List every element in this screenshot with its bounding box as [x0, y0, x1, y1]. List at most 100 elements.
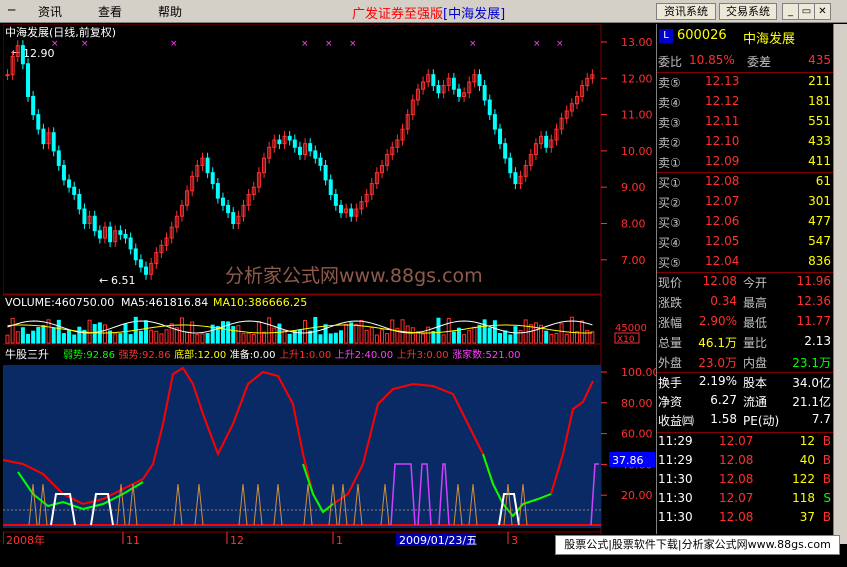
- tick-volume: 122: [792, 472, 815, 486]
- stat2-value: 2.19%: [698, 374, 737, 388]
- volume-bar: [200, 333, 205, 344]
- volume-bar: [369, 327, 374, 344]
- vertical-scrollbar[interactable]: [833, 24, 847, 544]
- indicator-field: 底部:12.00: [174, 348, 226, 361]
- volume-bar: [205, 333, 210, 344]
- volume-bar: [277, 323, 282, 344]
- indicator-current: 37.86: [612, 454, 644, 467]
- stat-value: 2.13: [804, 334, 831, 348]
- chart-svg[interactable]: 中海发展(日线,前复权) 12.90 ← 6.51 ← 分析家公式网www.88…: [2, 23, 660, 559]
- signal-marker: ×: [170, 39, 178, 49]
- volume-bar: [492, 320, 497, 344]
- volume-bar: [349, 322, 354, 344]
- volume-bar: [10, 317, 15, 344]
- stat2-label: 股本: [743, 376, 768, 390]
- volume-bar: [113, 333, 118, 344]
- volume-bar: [220, 321, 225, 344]
- stat-label: 量比: [743, 336, 768, 350]
- divider: [657, 72, 833, 73]
- volume-bar: [149, 329, 154, 344]
- volume-bar: [498, 333, 503, 344]
- menu-item-info[interactable]: 资讯: [38, 3, 62, 20]
- bid-price: 12.07: [705, 194, 740, 208]
- menu-item-view[interactable]: 查看: [98, 3, 122, 20]
- stat-label: 外盘: [658, 356, 683, 370]
- stock-code: 600026: [677, 28, 727, 43]
- chart-area[interactable]: 中海发展(日线,前复权) 12.90 ← 6.51 ← 分析家公式网www.88…: [2, 23, 660, 559]
- restore-icon[interactable]: ▭: [798, 3, 815, 20]
- stat-value: 46.1万: [698, 336, 737, 350]
- volume-bar: [195, 334, 200, 344]
- volume-bar: [462, 334, 467, 344]
- volume-bar: [262, 331, 267, 344]
- candle-body: [67, 179, 72, 188]
- app-window: ─ 资讯 查看 帮助 广发证券至强版[中海发展] 资讯系统 交易系统 _ ▭ ✕…: [0, 0, 847, 567]
- candle-body: [220, 197, 225, 206]
- indicator-field: 上升2:40.00: [335, 349, 393, 361]
- ask-row: 卖② 12.10 433: [657, 134, 833, 154]
- candle-body: [308, 143, 313, 152]
- volume-bar: [15, 331, 20, 344]
- volume-bar: [92, 324, 97, 344]
- stat-label: 涨跌: [658, 296, 683, 310]
- tick-side: B: [822, 453, 831, 467]
- candle-body: [292, 139, 297, 148]
- candle-body: [313, 150, 318, 159]
- indicator-field: 强势:92.86: [119, 348, 171, 361]
- volume-bar: [482, 319, 487, 344]
- bid-price: 12.05: [705, 234, 740, 248]
- stat-label: 内盘: [743, 356, 768, 370]
- date-label: 12: [230, 534, 244, 547]
- stat2-label: 换手: [658, 376, 683, 390]
- volume-bar: [36, 326, 41, 344]
- stat-value: 0.34: [710, 294, 737, 308]
- candlestick-series[interactable]: [5, 40, 595, 280]
- volume-bar: [390, 319, 395, 344]
- signal-markers: × × × × × × × × ×: [51, 39, 564, 49]
- volume-bar: [549, 333, 554, 344]
- candle-body: [333, 193, 338, 206]
- volume-bar: [405, 325, 410, 344]
- ask-volume: 411: [808, 154, 831, 168]
- volume-bar: [574, 331, 579, 344]
- divider: [657, 432, 833, 433]
- trade-system-button[interactable]: 交易系统: [719, 3, 777, 20]
- footer-ad[interactable]: 股票公式|股票软件下载|分析家公式网www.88gs.com: [555, 535, 840, 555]
- date-label: 11: [126, 534, 140, 547]
- indicator-tick-label: 20.00: [621, 489, 653, 502]
- volume-bar: [533, 322, 538, 344]
- candle-body: [323, 164, 328, 181]
- volume-bar: [138, 330, 143, 344]
- volume-tick: 45000: [615, 323, 647, 334]
- menu-bar: ─ 资讯 查看 帮助 广发证券至强版[中海发展] 资讯系统 交易系统 _ ▭ ✕: [0, 0, 847, 23]
- bid-label: 买④: [658, 236, 681, 250]
- info-system-button[interactable]: 资讯系统: [656, 3, 716, 20]
- high-price-label: 12.90: [23, 47, 55, 60]
- stat-row: 外盘 23.0万 内盘 23.1万: [657, 354, 833, 374]
- candle-body: [72, 186, 77, 195]
- bid-price: 12.06: [705, 214, 740, 228]
- price-axis: 13.00 12.00 11.00 10.00 9.00 8.00 7.00: [601, 36, 653, 267]
- volume-bar: [451, 331, 456, 344]
- quote-panel: L 600026 中海发展 委比 10.85% 委差 435 卖⑤ 12.13 21…: [656, 24, 833, 534]
- volume-bar: [487, 327, 492, 344]
- minimize-icon[interactable]: _: [782, 3, 799, 20]
- volume-bar: [313, 316, 318, 344]
- bid-label: 买③: [658, 216, 681, 230]
- ask-volume: 551: [808, 114, 831, 128]
- stat2-row: 换手 2.19% 股本 34.0亿: [657, 374, 833, 394]
- tick-side: B: [822, 510, 831, 524]
- stat-label: 最低: [743, 316, 768, 330]
- volume-bar: [67, 329, 72, 344]
- ask-price: 12.10: [705, 134, 740, 148]
- volume-bar: [256, 321, 261, 344]
- volume-bar: [590, 331, 595, 344]
- price-tick-label: 7.00: [621, 254, 646, 267]
- close-icon[interactable]: ✕: [814, 3, 831, 20]
- menu-item-help[interactable]: 帮助: [158, 3, 182, 20]
- volume-bar: [236, 325, 241, 344]
- stat-row: 涨幅 2.90% 最低 11.77: [657, 314, 833, 334]
- menu-sys-icon[interactable]: ─: [8, 3, 15, 17]
- level-icon: L: [659, 29, 673, 43]
- volume-bar: [385, 333, 390, 344]
